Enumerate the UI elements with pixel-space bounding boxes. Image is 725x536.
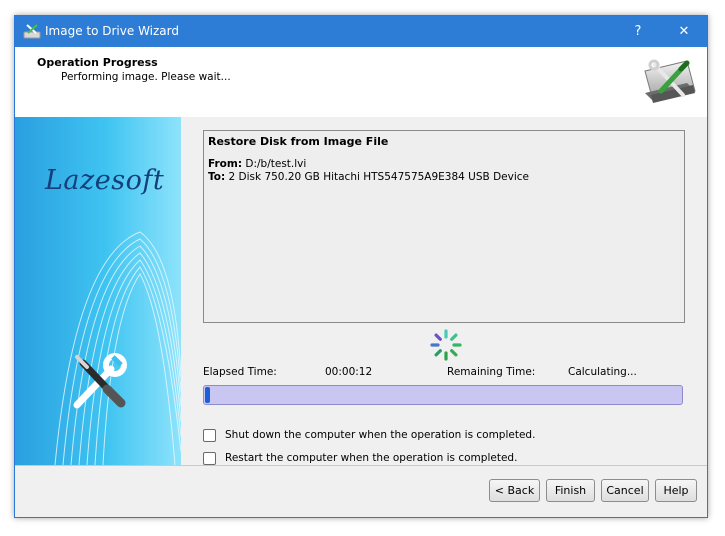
progress-fill [205, 387, 210, 403]
finish-button[interactable]: Finish [546, 479, 595, 502]
title-bar[interactable]: Image to Drive Wizard ? ✕ [15, 16, 707, 47]
close-button[interactable]: ✕ [661, 16, 707, 47]
shutdown-checkbox[interactable] [203, 429, 216, 442]
shutdown-label[interactable]: Shut down the computer when the operatio… [225, 429, 535, 441]
log-from-line: From: D:/b/test.lvi [208, 158, 306, 170]
disk-wrench-screwdriver-icon [644, 59, 696, 103]
progress-bar [203, 385, 683, 405]
operation-log: Restore Disk from Image File From: D:/b/… [203, 130, 685, 323]
drive-tools-icon [23, 24, 41, 39]
log-to-value: 2 Disk 750.20 GB Hitachi HTS547575A9E384… [228, 171, 529, 183]
brand-logo: Lazesoft [45, 165, 165, 196]
elapsed-time-value: 00:00:12 [325, 366, 373, 378]
log-to-label: To: [208, 171, 226, 183]
page-subtitle: Performing image. Please wait... [61, 71, 231, 83]
elapsed-time-label: Elapsed Time: [203, 366, 277, 378]
shutdown-option[interactable]: Shut down the computer when the operatio… [203, 428, 543, 444]
back-button[interactable]: < Back [489, 479, 540, 502]
log-to-line: To: 2 Disk 750.20 GB Hitachi HTS547575A9… [208, 171, 529, 183]
wizard-content: Restore Disk from Image File From: D:/b/… [181, 117, 707, 465]
wizard-footer: < Back Finish Cancel Help [15, 465, 707, 517]
window-title: Image to Drive Wizard [45, 24, 179, 38]
log-title: Restore Disk from Image File [208, 135, 389, 148]
remaining-time-value: Calculating... [568, 366, 637, 378]
remaining-time-label: Remaining Time: [447, 366, 536, 378]
wizard-header: Operation Progress Performing image. Ple… [15, 47, 707, 118]
cancel-button[interactable]: Cancel [601, 479, 649, 502]
wrench-screwdriver-icon [73, 353, 127, 409]
restart-checkbox[interactable] [203, 452, 216, 465]
log-from-value: D:/b/test.lvi [245, 158, 307, 170]
loading-spinner-icon [430, 329, 462, 361]
wizard-window: Image to Drive Wizard ? ✕ Operation Prog… [14, 15, 708, 518]
help-button[interactable]: Help [655, 479, 697, 502]
page-title: Operation Progress [37, 56, 158, 69]
log-from-label: From: [208, 158, 243, 170]
help-title-button[interactable]: ? [615, 16, 661, 47]
wizard-sidebar: Lazesoft [15, 117, 181, 465]
restart-label[interactable]: Restart the computer when the operation … [225, 452, 517, 464]
